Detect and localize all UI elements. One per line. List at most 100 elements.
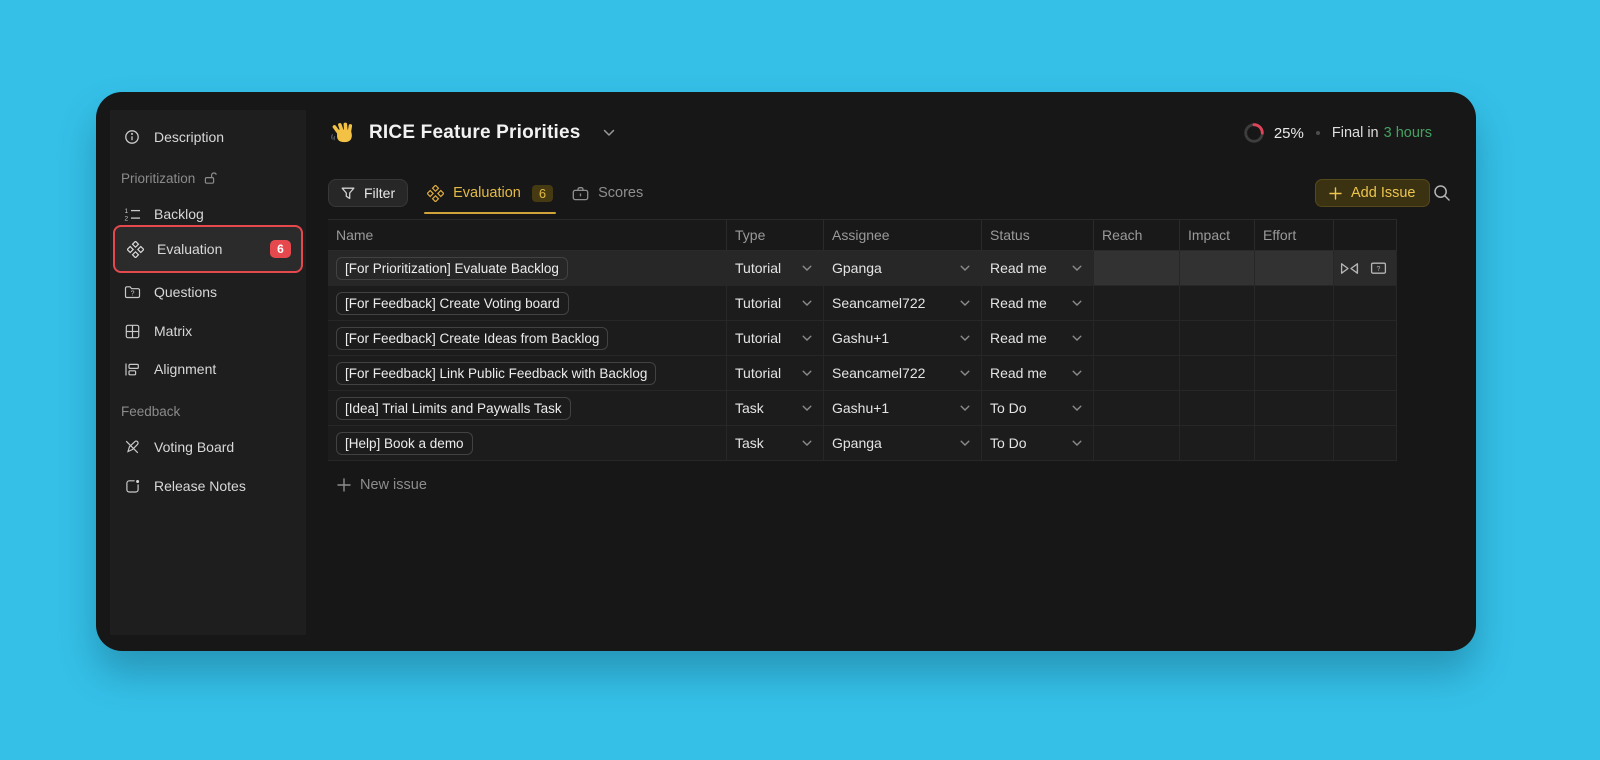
assignee-select[interactable]: Gashu+1	[824, 391, 982, 426]
folder-question-icon[interactable]: ?	[1370, 261, 1387, 275]
sidebar-item-questions[interactable]: ? Questions	[110, 278, 306, 306]
tab-scores[interactable]: Scores	[572, 179, 643, 207]
type-select[interactable]: Task	[727, 426, 824, 461]
assignee-value: Gpanga	[832, 260, 882, 276]
issue-name-pill[interactable]: [For Prioritization] Evaluate Backlog	[336, 257, 568, 280]
reach-cell[interactable]	[1094, 426, 1180, 461]
effort-cell[interactable]	[1255, 426, 1334, 461]
effort-cell[interactable]	[1255, 251, 1334, 286]
chevron-down-icon	[1072, 335, 1082, 342]
sidebar-item-evaluation[interactable]: Evaluation 6	[113, 225, 303, 273]
search-icon[interactable]	[1433, 184, 1451, 202]
col-header-effort: Effort	[1255, 220, 1334, 251]
deadline-prefix: Final in	[1332, 125, 1379, 141]
effort-cell[interactable]	[1255, 286, 1334, 321]
sidebar-item-label: Backlog	[154, 206, 204, 222]
effort-cell[interactable]	[1255, 321, 1334, 356]
issue-name-cell[interactable]: [Help] Book a demo	[328, 426, 727, 461]
impact-cell[interactable]	[1180, 426, 1255, 461]
sidebar-item-matrix[interactable]: Matrix	[110, 317, 306, 345]
sidebar-item-label: Release Notes	[154, 478, 246, 494]
page-title: RICE Feature Priorities	[369, 122, 581, 144]
status-value: Read me	[990, 365, 1047, 381]
assignee-select[interactable]: Seancamel722	[824, 356, 982, 391]
impact-cell[interactable]	[1180, 286, 1255, 321]
dot-separator	[1316, 131, 1320, 135]
status-select[interactable]: Read me	[982, 286, 1094, 321]
chevron-down-icon	[960, 300, 970, 307]
progress-percent: 25%	[1274, 125, 1304, 142]
issue-name-cell[interactable]: [Idea] Trial Limits and Paywalls Task	[328, 391, 727, 426]
issue-name-pill[interactable]: [For Feedback] Create Voting board	[336, 292, 569, 315]
tab-evaluation[interactable]: Evaluation 6	[427, 179, 553, 207]
impact-cell[interactable]	[1180, 251, 1255, 286]
type-select[interactable]: Tutorial	[727, 251, 824, 286]
reach-cell[interactable]	[1094, 321, 1180, 356]
status-select[interactable]: Read me	[982, 321, 1094, 356]
wave-emoji-icon	[330, 121, 355, 146]
grid-icon	[123, 324, 141, 339]
assignee-select[interactable]: Seancamel722	[824, 286, 982, 321]
assignee-value: Gashu+1	[832, 400, 889, 416]
assignee-select[interactable]: Gpanga	[824, 426, 982, 461]
new-issue-button[interactable]: New issue	[337, 477, 427, 493]
assignee-value: Seancamel722	[832, 365, 925, 381]
title-chevron-down-icon[interactable]	[603, 129, 615, 137]
col-header-reach: Reach	[1094, 220, 1180, 251]
plus-icon	[1329, 187, 1342, 200]
sidebar-item-voting-board[interactable]: Voting Board	[110, 433, 306, 461]
reach-cell[interactable]	[1094, 286, 1180, 321]
type-select[interactable]: Tutorial	[727, 286, 824, 321]
type-select[interactable]: Task	[727, 391, 824, 426]
status-select[interactable]: To Do	[982, 391, 1094, 426]
status-value: Read me	[990, 330, 1047, 346]
issue-name-pill[interactable]: [For Feedback] Create Ideas from Backlog	[336, 327, 608, 350]
svg-text:1: 1	[124, 208, 128, 215]
reach-cell[interactable]	[1094, 391, 1180, 426]
sidebar-item-backlog[interactable]: 1 2 Backlog	[110, 200, 306, 228]
row-actions-cell	[1334, 356, 1397, 391]
col-header-impact: Impact	[1180, 220, 1255, 251]
progress-ring	[1243, 122, 1265, 144]
row-actions-cell	[1334, 286, 1397, 321]
status-select[interactable]: Read me	[982, 356, 1094, 391]
sidebar-item-alignment[interactable]: Alignment	[110, 355, 306, 383]
sidebar-item-description[interactable]: Description	[110, 123, 306, 151]
chevron-down-icon	[1072, 300, 1082, 307]
assignee-select[interactable]: Gpanga	[824, 251, 982, 286]
video-icon[interactable]	[1340, 262, 1359, 275]
chevron-down-icon	[960, 265, 970, 272]
impact-cell[interactable]	[1180, 391, 1255, 426]
status-select[interactable]: Read me	[982, 251, 1094, 286]
filter-button[interactable]: Filter	[328, 179, 408, 207]
issue-name-pill[interactable]: [Idea] Trial Limits and Paywalls Task	[336, 397, 571, 420]
tab-label: Evaluation	[453, 185, 521, 201]
type-select[interactable]: Tutorial	[727, 321, 824, 356]
impact-cell[interactable]	[1180, 321, 1255, 356]
sidebar-item-label: Matrix	[154, 323, 192, 339]
impact-cell[interactable]	[1180, 356, 1255, 391]
issue-name-cell[interactable]: [For Prioritization] Evaluate Backlog	[328, 251, 727, 286]
issue-name-pill[interactable]: [Help] Book a demo	[336, 432, 473, 455]
issue-name-pill[interactable]: [For Feedback] Link Public Feedback with…	[336, 362, 656, 385]
sidebar-item-label: Questions	[154, 284, 217, 300]
type-value: Task	[735, 435, 764, 451]
col-header-name: Name	[328, 220, 727, 251]
issue-name-cell[interactable]: [For Feedback] Create Ideas from Backlog	[328, 321, 727, 356]
add-issue-label: Add Issue	[1351, 185, 1416, 201]
assignee-select[interactable]: Gashu+1	[824, 321, 982, 356]
reach-cell[interactable]	[1094, 356, 1180, 391]
evaluation-count-badge: 6	[270, 240, 291, 258]
issue-name-cell[interactable]: [For Feedback] Create Voting board	[328, 286, 727, 321]
effort-cell[interactable]	[1255, 391, 1334, 426]
svg-text:?: ?	[130, 291, 134, 298]
diamonds-icon	[427, 185, 444, 202]
row-actions-cell	[1334, 321, 1397, 356]
issue-name-cell[interactable]: [For Feedback] Link Public Feedback with…	[328, 356, 727, 391]
sidebar-item-release-notes[interactable]: Release Notes	[110, 472, 306, 500]
type-select[interactable]: Tutorial	[727, 356, 824, 391]
effort-cell[interactable]	[1255, 356, 1334, 391]
reach-cell[interactable]	[1094, 251, 1180, 286]
status-select[interactable]: To Do	[982, 426, 1094, 461]
add-issue-button[interactable]: Add Issue	[1315, 179, 1430, 207]
